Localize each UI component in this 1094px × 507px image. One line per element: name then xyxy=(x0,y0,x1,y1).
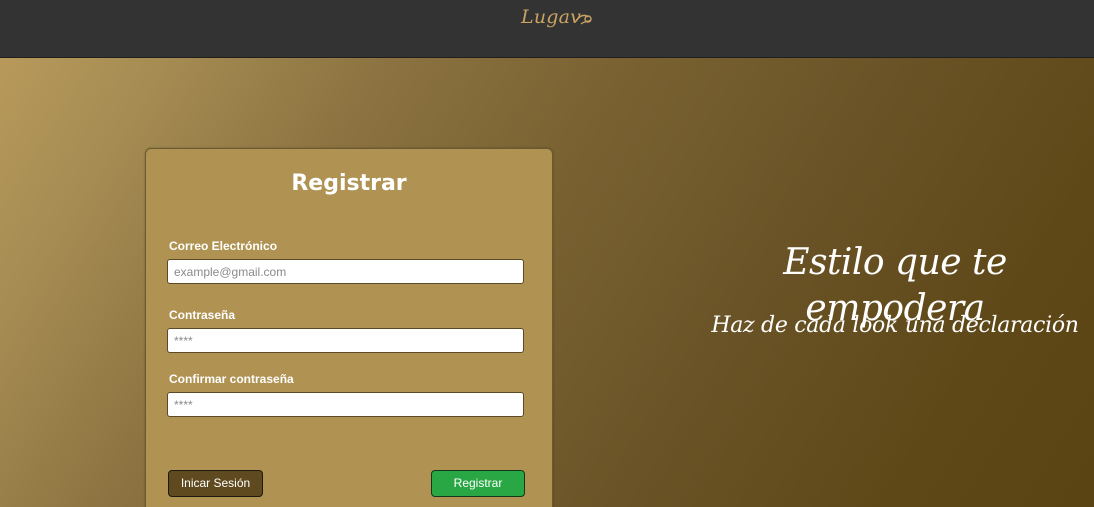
email-input[interactable] xyxy=(167,259,524,284)
hero-subheadline: Haz de cada look una declaración xyxy=(711,313,1079,338)
register-button[interactable]: Registrar xyxy=(431,470,525,497)
register-card: Registrar Correo Electrónico Contraseña … xyxy=(145,148,553,507)
password-input[interactable] xyxy=(167,328,524,353)
login-button[interactable]: Inicar Sesión xyxy=(168,470,263,497)
page: Lugav Registrar Correo Electrónico Contr… xyxy=(0,0,1094,507)
register-title: Registrar xyxy=(291,171,407,196)
confirm-password-input[interactable] xyxy=(167,392,524,417)
password-label: Contraseña xyxy=(169,308,236,322)
top-navbar: Lugav xyxy=(0,0,1094,58)
confirm-password-label: Confirmar contraseña xyxy=(169,372,294,386)
scissors-flourish-icon xyxy=(575,14,592,25)
brand-logo[interactable]: Lugav xyxy=(521,6,581,28)
email-label: Correo Electrónico xyxy=(169,239,278,253)
